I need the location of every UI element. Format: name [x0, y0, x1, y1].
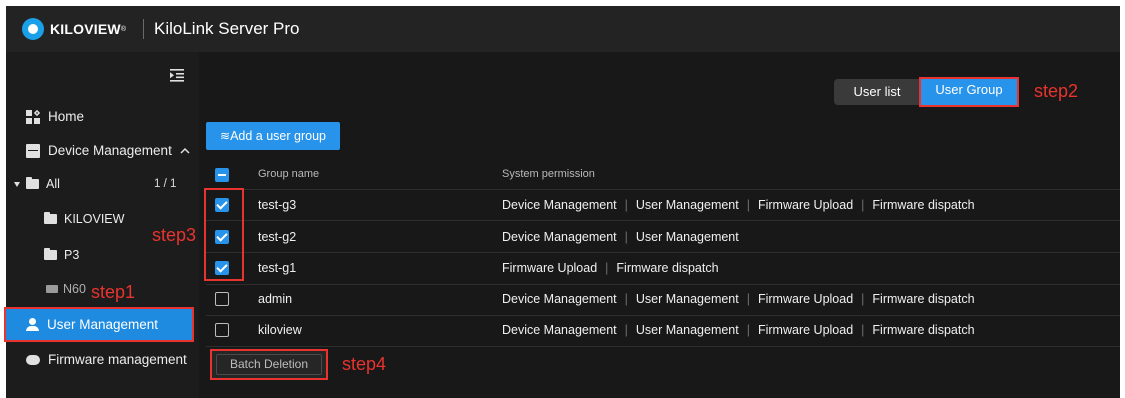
column-header-group-name: Group name — [258, 168, 320, 180]
folder-icon — [26, 177, 39, 189]
permission-tag: Device Management — [502, 198, 617, 212]
tree-item-label: P3 — [64, 248, 80, 262]
table-bottom-divider — [206, 346, 1120, 347]
permission-tag: User Management — [635, 198, 739, 212]
permission-tag: Firmware dispatch — [616, 261, 719, 275]
permission-tag: User Management — [635, 323, 739, 337]
dashboard-icon — [26, 109, 41, 124]
group-name: test-g1 — [258, 261, 297, 275]
permission-list: Firmware Upload | Firmware dispatch — [502, 261, 719, 275]
permission-tag: User Management — [635, 230, 739, 244]
permission-list: Device Management | User Management | Firmwa… — [502, 323, 975, 337]
folder-icon — [44, 248, 57, 260]
permission-tag: User Management — [635, 292, 739, 306]
user-icon — [26, 318, 39, 331]
sidebar-item-label: Home — [48, 109, 85, 124]
group-name: test-g2 — [258, 230, 297, 244]
add-user-group-label: Add a user group — [230, 129, 326, 143]
layers-icon: ≋ — [220, 129, 231, 143]
step3-annotation: step3 — [152, 225, 197, 245]
step4-annotation: step4 — [342, 354, 387, 374]
step1-annotation: step1 — [91, 282, 136, 302]
collapse-menu-icon[interactable] — [170, 68, 184, 82]
tree-item-label: KILOVIEW — [64, 212, 125, 226]
step2-annotation: step2 — [1034, 81, 1079, 101]
batch-deletion-label: Batch Deletion — [216, 354, 322, 375]
kiloview-logo[interactable]: KILOVIEW ® — [22, 18, 126, 40]
selected-rows-highlight — [204, 188, 244, 281]
device-count: 1 / 1 — [154, 178, 177, 190]
row-checkbox[interactable] — [215, 292, 229, 306]
tab-user-group[interactable]: User Group — [919, 77, 1019, 107]
row-checkbox[interactable] — [215, 323, 229, 337]
permission-tag: Firmware Upload — [757, 323, 854, 337]
brand-name: KILOVIEW — [50, 21, 121, 37]
tree-item-all[interactable]: All — [14, 177, 60, 191]
tab-user-list[interactable]: User list — [834, 79, 920, 105]
device-icon — [26, 143, 40, 158]
column-header-system-permission: System permission — [502, 168, 595, 180]
registered-mark: ® — [120, 25, 126, 33]
sidebar-item-label: Device Management — [48, 143, 172, 158]
sidebar-item-firmware-management[interactable]: Firmware management — [26, 352, 187, 367]
device-item-n60[interactable]: N60 — [46, 282, 86, 296]
permission-list: Device Management | User Management | Firmwa… — [502, 292, 975, 306]
group-name: admin — [258, 292, 293, 306]
kiloview-logo-icon — [22, 18, 44, 40]
select-all-checkbox[interactable] — [215, 168, 229, 182]
header-divider — [143, 19, 144, 39]
permission-tag: Firmware dispatch — [872, 198, 975, 212]
tree-item-kiloview[interactable]: KILOVIEW — [44, 212, 124, 226]
permission-tag: Firmware Upload — [757, 198, 854, 212]
view-tabs: User list User Group — [834, 77, 1019, 107]
tree-item-p3[interactable]: P3 — [44, 248, 79, 262]
sidebar-item-user-management-content[interactable]: User Management — [26, 317, 158, 332]
permission-list: Device Management | User Management — [502, 230, 739, 244]
sidebar-item-label: User Management — [47, 317, 159, 332]
permission-list: Device Management | User Management | Firmwa… — [502, 198, 975, 212]
group-name: test-g3 — [258, 198, 297, 212]
group-name: kiloview — [258, 323, 302, 337]
batch-deletion-button[interactable]: Batch Deletion — [210, 349, 328, 380]
permission-tag: Firmware dispatch — [872, 292, 975, 306]
add-user-group-button[interactable]: ≋Add a user group — [206, 122, 340, 150]
chevron-up-icon — [180, 147, 190, 154]
permission-tag: Device Management — [502, 230, 617, 244]
sidebar-item-home[interactable]: Home — [26, 109, 84, 124]
folder-icon — [44, 212, 57, 224]
app-title: KiloLink Server Pro — [154, 19, 300, 38]
encoder-device-icon — [46, 285, 58, 293]
sidebar-item-device-management[interactable]: Device Management — [26, 143, 190, 158]
permission-tag: Device Management — [502, 292, 617, 306]
permission-tag: Firmware Upload — [757, 292, 854, 306]
sidebar-item-label: Firmware management — [48, 352, 187, 367]
permission-tag: Device Management — [502, 323, 617, 337]
tree-item-label: All — [46, 177, 60, 191]
caret-down-icon — [14, 181, 20, 187]
permission-tag: Firmware Upload — [502, 261, 598, 275]
cloud-upload-icon — [26, 354, 40, 365]
device-label: N60 — [63, 282, 86, 296]
top-bar: KILOVIEW ® KiloLink Server Pro — [6, 6, 1120, 52]
permission-tag: Firmware dispatch — [872, 323, 975, 337]
